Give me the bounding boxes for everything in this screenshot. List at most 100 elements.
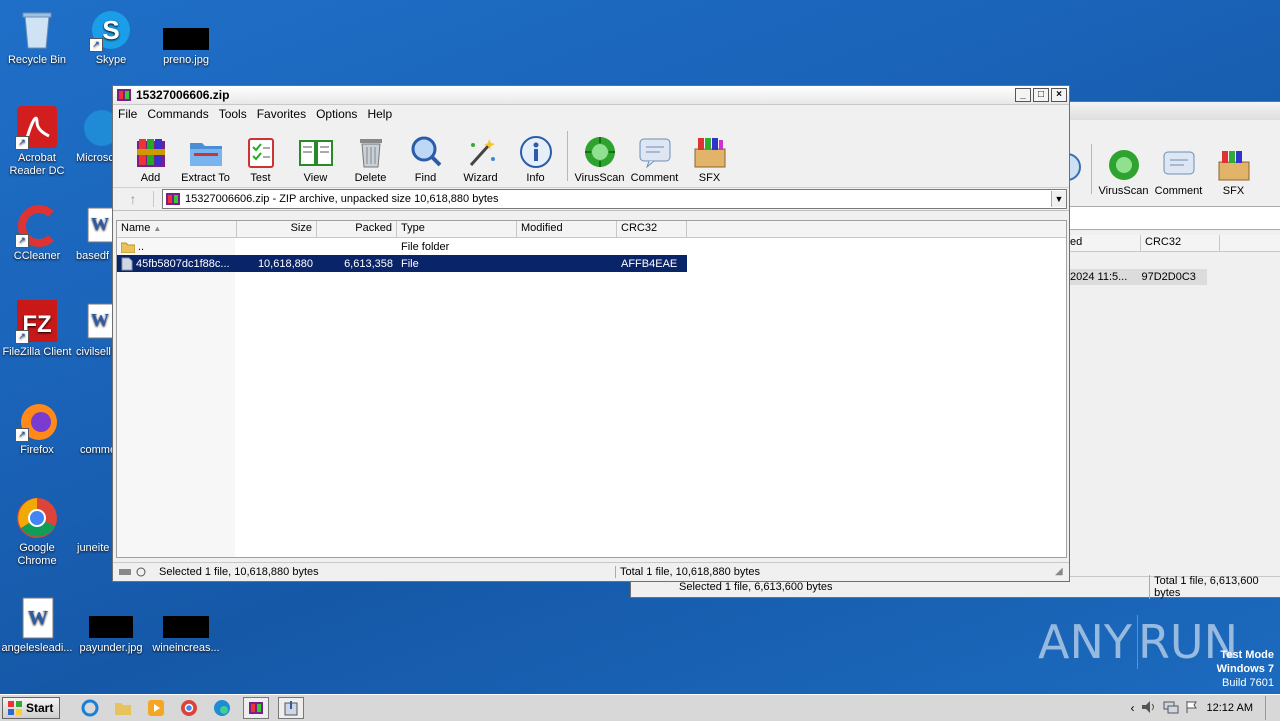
bg-file-row[interactable]: 2024 11:5... 97D2D0C3 [1068,269,1207,285]
address-bar: ↑ 15327006606.zip - ZIP archive, unpacke… [113,188,1069,211]
view-button[interactable]: View [288,135,343,187]
desktop-icon-angelesleadi[interactable]: W angelesleadi... [0,596,74,655]
winrar-window[interactable]: 15327006606.zip _ □ × File Commands Tool… [112,85,1070,582]
desktop-icon-chrome[interactable]: Google Chrome [0,496,74,568]
menu-options[interactable]: Options [311,107,362,121]
extract-to-button[interactable]: Extract To [178,135,233,187]
menu-favorites[interactable]: Favorites [252,107,311,121]
desktop-icon-payunder[interactable]: payunder.jpg [74,596,148,655]
bg-column-header: ed CRC32 [1068,235,1280,252]
windows-logo-icon [8,701,22,715]
word-document-icon: W [74,300,114,344]
add-archive-icon [133,135,169,169]
installer-taskbar-button[interactable] [278,697,305,719]
chrome-taskbar-icon[interactable] [177,698,201,718]
minimize-button[interactable]: _ [1015,88,1031,102]
blank-file-icon [74,496,114,540]
info-icon [518,135,554,169]
winrar-app-icon [117,89,131,101]
add-button[interactable]: Add [123,135,178,187]
acrobat-icon: ↗ [15,106,59,150]
desktop-icon-preno[interactable]: preno.jpg [149,8,223,67]
comment-button[interactable]: Comment [627,135,682,187]
system-tray: ‹ [1131,700,1199,717]
desktop-icon-wineincreas[interactable]: wineincreas... [149,596,223,655]
sfx-icon [692,135,728,169]
desktop-icon-skype[interactable]: S ↗ Skype [74,8,148,67]
bg-virusscan-button[interactable]: VirusScan [1096,148,1151,200]
magnifier-icon [408,135,444,169]
folder-icon [121,242,135,253]
skype-icon: S ↗ [89,8,133,52]
menu-tools[interactable]: Tools [214,107,252,121]
desktop-icon-recycle-bin[interactable]: Recycle Bin [0,8,74,67]
test-button[interactable]: Test [233,135,288,187]
address-field[interactable]: 15327006606.zip - ZIP archive, unpacked … [162,189,1067,209]
up-folder-button[interactable]: ↑ [113,191,154,207]
desktop-icon-basedf[interactable]: W basedf [74,204,114,263]
wizard-button[interactable]: Wizard [453,135,508,187]
anyrun-watermark: ANY RUN [1038,615,1238,669]
tray-chevron-icon[interactable]: ‹ [1131,701,1135,715]
book-view-icon [298,135,334,169]
desktop-icon-ccleaner[interactable]: ↗ CCleaner [0,204,74,263]
virusscan-button[interactable]: VirusScan [572,135,627,187]
column-packed[interactable]: Packed [317,221,397,237]
menu-help[interactable]: Help [362,107,397,121]
desktop-icon-microsoft[interactable]: Microsc [74,106,114,165]
column-modified[interactable]: Modified [517,221,617,237]
file-icon [121,257,133,270]
comment-icon [637,135,673,169]
info-button[interactable]: Info [508,135,563,187]
desktop-icon-acrobat[interactable]: ↗ Acrobat Reader DC [0,106,74,178]
show-desktop-button[interactable] [1265,696,1280,720]
volume-icon[interactable] [1141,700,1157,717]
word-document-icon: W [74,204,114,248]
background-toolbar: VirusScan Comment SFX [1053,142,1261,200]
column-crc32[interactable]: CRC32 [617,221,687,237]
table-row-selected-file[interactable]: 45fb5807dc1f88c... 10,618,880 6,613,358 … [117,255,687,272]
image-file-icon [89,596,133,640]
windows-build-info: Test Mode Windows 7 Build 7601 [1216,649,1274,689]
action-center-flag-icon[interactable] [1185,700,1199,717]
column-size[interactable]: Size [237,221,317,237]
find-button[interactable]: Find [398,135,453,187]
start-button[interactable]: Start [2,697,61,719]
recycle-bin-icon [15,8,59,52]
address-dropdown-arrow-icon[interactable]: ▼ [1051,191,1066,207]
bg-comment-button[interactable]: Comment [1151,148,1206,200]
maximize-button[interactable]: □ [1033,88,1049,102]
column-type[interactable]: Type [397,221,517,237]
bg-sfx-button[interactable]: SFX [1206,148,1261,200]
desktop-icon-firefox[interactable]: ↗ Firefox [0,398,74,457]
desktop-icon-comme[interactable]: comme [74,398,114,457]
chrome-icon [15,496,59,540]
close-button[interactable]: × [1051,88,1067,102]
column-name[interactable]: Name ▲ [117,221,237,237]
resize-grip-icon[interactable]: ◢ [1055,566,1067,578]
file-list[interactable]: Name ▲ Size Packed Type Modified CRC32 .… [116,220,1067,558]
sfx-button[interactable]: SFX [682,135,737,187]
internet-explorer-icon[interactable] [78,698,102,718]
firefox-icon: ↗ [15,398,59,442]
menu-commands[interactable]: Commands [142,107,213,121]
status-bar: Selected 1 file, 10,618,880 bytes Total … [113,562,1069,581]
shortcut-arrow-icon: ↗ [15,136,29,150]
table-row-parent-folder[interactable]: .. File folder [117,238,1066,255]
desktop-icon-civilsell[interactable]: W civilsell [74,300,114,359]
info-icon [1053,152,1087,182]
clock[interactable]: 12:12 AM [1207,702,1253,714]
image-file-icon [163,8,209,52]
winrar-taskbar-button[interactable] [243,697,270,719]
file-explorer-icon[interactable] [111,698,135,718]
edge-taskbar-icon[interactable] [210,698,234,718]
network-icon[interactable] [1163,700,1179,717]
svg-text:S: S [102,15,119,45]
desktop-icon-juneite[interactable]: juneite [74,496,114,555]
title-bar[interactable]: 15327006606.zip _ □ × [113,86,1069,105]
desktop-icon-filezilla[interactable]: FZ ↗ FileZilla Client [0,300,74,359]
media-player-icon[interactable] [144,698,168,718]
menu-file[interactable]: File [113,107,142,121]
delete-button[interactable]: Delete [343,135,398,187]
status-drive-icon [113,567,159,577]
